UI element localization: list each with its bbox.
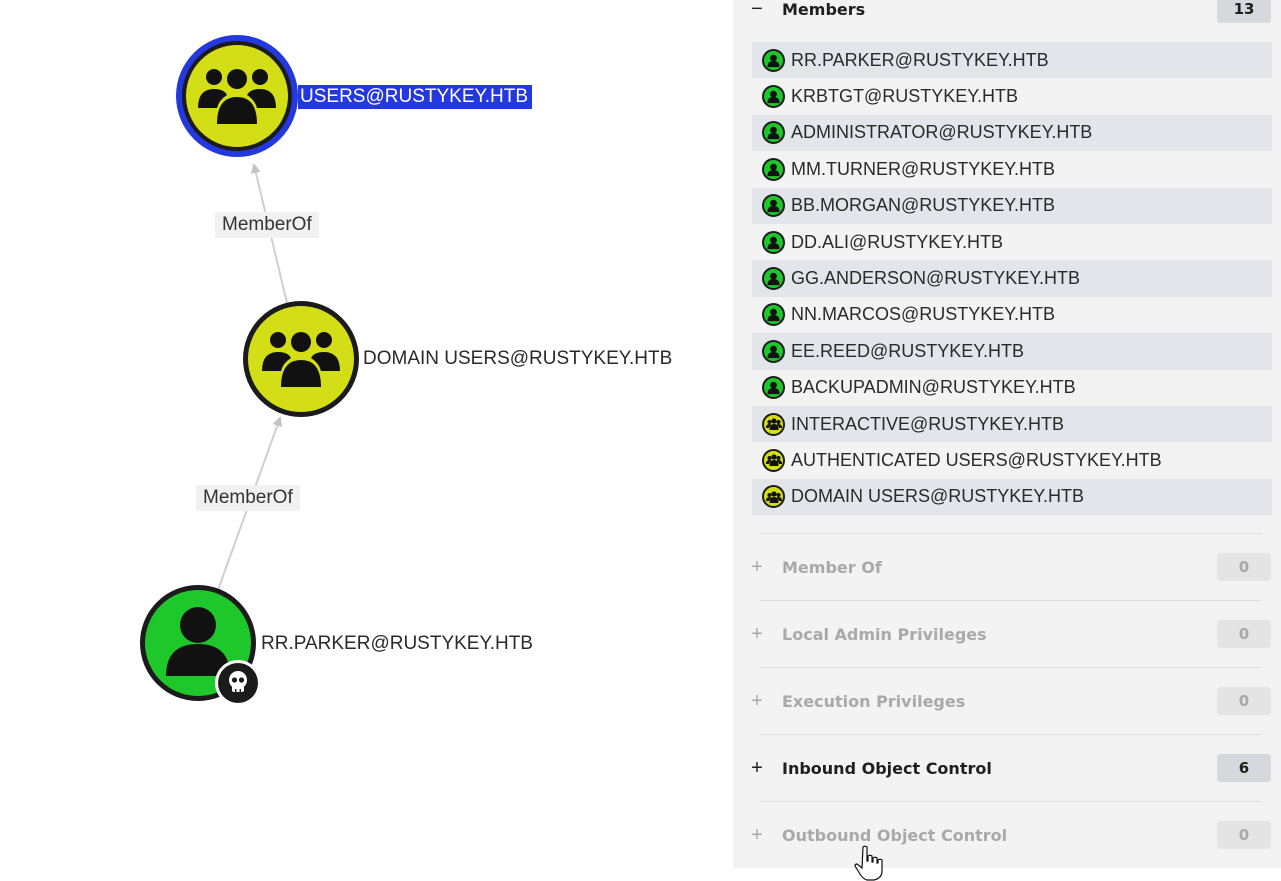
section-title: Execution Privileges: [782, 691, 966, 711]
section-title: Members: [782, 0, 866, 19]
node-info-panel: − Members 13 RR.PARKER@RUSTYKEY.HTB KRBTG…: [733, 0, 1281, 868]
section-count-badge: 13: [1217, 0, 1271, 23]
member-list-item[interactable]: INTERACTIVE@RUSTYKEY.HTB: [752, 405, 1272, 443]
section-count-badge: 0: [1217, 687, 1271, 715]
expand-icon[interactable]: +: [750, 624, 764, 644]
expand-icon[interactable]: +: [750, 825, 764, 845]
node-rr-parker-user[interactable]: [140, 585, 261, 706]
section-title: Inbound Object Control: [782, 758, 992, 778]
divider: [760, 801, 1262, 802]
user-icon: [762, 376, 785, 400]
group-icon: [762, 412, 785, 436]
member-list-item[interactable]: BB.MORGAN@RUSTYKEY.HTB: [752, 187, 1272, 224]
member-list-item[interactable]: MM.TURNER@RUSTYKEY.HTB: [752, 151, 1272, 187]
user-icon: [762, 230, 785, 254]
expand-icon[interactable]: +: [750, 758, 764, 778]
members-list: RR.PARKER@RUSTYKEY.HTB KRBTGT@RUSTYKEY.HT…: [752, 42, 1272, 516]
member-name: BACKUPADMIN@RUSTYKEY.HTB: [791, 377, 1076, 398]
member-name: NN.MARCOS@RUSTYKEY.HTB: [791, 304, 1055, 325]
section-count-badge: 0: [1217, 553, 1271, 581]
member-name: INTERACTIVE@RUSTYKEY.HTB: [791, 413, 1064, 434]
member-name: KRBTGT@RUSTYKEY.HTB: [791, 86, 1018, 107]
member-list-item[interactable]: ADMINISTRATOR@RUSTYKEY.HTB: [752, 114, 1272, 152]
section-member-of[interactable]: + Member Of 0: [733, 550, 1281, 584]
skull-icon: [215, 660, 261, 706]
member-name: AUTHENTICATED USERS@RUSTYKEY.HTB: [791, 449, 1162, 470]
member-name: DOMAIN USERS@RUSTYKEY.HTB: [791, 486, 1084, 507]
section-execution-privileges[interactable]: + Execution Privileges 0: [733, 684, 1281, 718]
user-icon: [762, 85, 785, 109]
member-name: RR.PARKER@RUSTYKEY.HTB: [791, 49, 1049, 70]
node-users-group[interactable]: [176, 35, 298, 157]
divider: [760, 600, 1262, 601]
member-list-item[interactable]: EE.REED@RUSTYKEY.HTB: [752, 333, 1272, 370]
member-list-item[interactable]: GG.ANDERSON@RUSTYKEY.HTB: [752, 260, 1272, 297]
node-label-domain-users[interactable]: DOMAIN USERS@RUSTYKEY.HTB: [363, 347, 672, 371]
group-icon: [762, 448, 785, 472]
section-local-admin-privileges[interactable]: + Local Admin Privileges 0: [733, 617, 1281, 651]
divider: [760, 533, 1262, 534]
collapse-icon[interactable]: −: [750, 0, 764, 19]
members-section-header[interactable]: − Members 13: [733, 0, 1281, 26]
user-icon: [762, 194, 785, 218]
edge-label-memberof[interactable]: MemberOf: [196, 485, 300, 511]
section-inbound-object-control[interactable]: + Inbound Object Control 6: [733, 751, 1281, 785]
expand-icon[interactable]: +: [750, 691, 764, 711]
member-name: BB.MORGAN@RUSTYKEY.HTB: [791, 195, 1055, 216]
user-icon: [762, 267, 785, 291]
user-icon: [762, 303, 785, 327]
node-label-users[interactable]: USERS@RUSTYKEY.HTB: [298, 85, 532, 109]
hand-cursor-icon: [854, 845, 883, 881]
member-list-item[interactable]: RR.PARKER@RUSTYKEY.HTB: [752, 42, 1272, 79]
user-icon: [762, 121, 785, 145]
node-label-rr-parker[interactable]: RR.PARKER@RUSTYKEY.HTB: [261, 632, 533, 656]
member-list-item[interactable]: DD.ALI@RUSTYKEY.HTB: [752, 224, 1272, 260]
node-domain-users-group[interactable]: [243, 301, 359, 417]
expand-icon[interactable]: +: [750, 557, 764, 577]
graph-edges: [140, 35, 359, 706]
member-list-item[interactable]: BACKUPADMIN@RUSTYKEY.HTB: [752, 370, 1272, 406]
section-count-badge: 0: [1217, 821, 1271, 849]
graph-canvas[interactable]: USERS@RUSTYKEY.HTB DOMAIN USERS@RUSTYKEY…: [0, 0, 730, 880]
edge-label-memberof[interactable]: MemberOf: [215, 212, 319, 238]
member-name: MM.TURNER@RUSTYKEY.HTB: [791, 158, 1055, 179]
section-count-badge: 0: [1217, 620, 1271, 648]
section-title: Member Of: [782, 557, 882, 577]
member-list-item[interactable]: DOMAIN USERS@RUSTYKEY.HTB: [752, 478, 1272, 516]
section-title: Outbound Object Control: [782, 825, 1008, 845]
divider: [760, 734, 1262, 735]
member-name: EE.REED@RUSTYKEY.HTB: [791, 340, 1024, 361]
member-list-item[interactable]: KRBTGT@RUSTYKEY.HTB: [752, 78, 1272, 114]
section-title: Local Admin Privileges: [782, 624, 987, 644]
member-list-item[interactable]: NN.MARCOS@RUSTYKEY.HTB: [752, 297, 1272, 333]
group-icon: [762, 485, 785, 509]
section-outbound-object-control[interactable]: + Outbound Object Control 0: [733, 818, 1281, 852]
member-list-item[interactable]: AUTHENTICATED USERS@RUSTYKEY.HTB: [752, 442, 1272, 478]
member-name: GG.ANDERSON@RUSTYKEY.HTB: [791, 268, 1080, 289]
user-icon: [762, 157, 785, 181]
member-name: DD.ALI@RUSTYKEY.HTB: [791, 231, 1003, 252]
user-icon: [762, 339, 785, 363]
section-count-badge: 6: [1217, 754, 1271, 782]
divider: [760, 667, 1262, 668]
member-name: ADMINISTRATOR@RUSTYKEY.HTB: [791, 122, 1093, 143]
user-icon: [762, 48, 785, 72]
